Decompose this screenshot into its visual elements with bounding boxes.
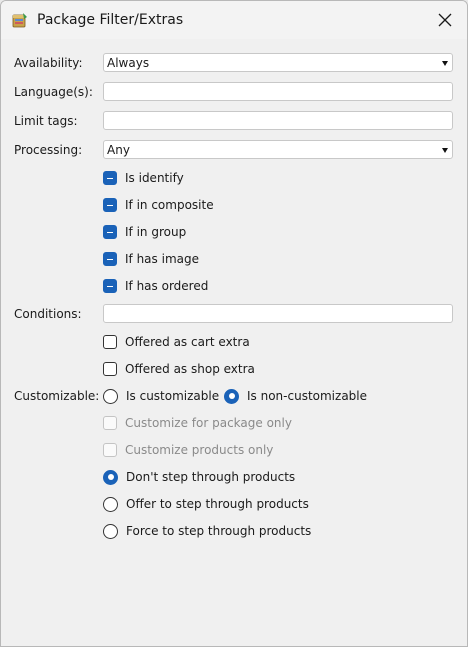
customize-products-only-checkbox[interactable]: Customize products only [103,442,273,458]
window-title: Package Filter/Extras [37,12,184,28]
processing-value: Any [107,143,130,157]
checkbox-icon [103,362,117,376]
package-filter-dialog: Package Filter/Extras Availability: Alwa… [0,0,468,647]
indeterminate-checkbox-icon [103,279,117,293]
if-in-group-checkbox[interactable]: If in group [103,224,186,240]
radio-selected-icon [224,388,239,404]
is-customizable-label: Is customizable [126,389,220,403]
indeterminate-checkbox-icon [103,171,117,185]
if-in-group-label: If in group [125,225,187,239]
force-step-through-label: Force to step through products [126,524,312,538]
close-icon [438,13,452,27]
offered-as-shop-extra-label: Offered as shop extra [125,362,255,376]
is-non-customizable-radio[interactable]: Is non-customizable [224,388,367,404]
dont-step-through-radio[interactable]: Don't step through products [103,469,295,485]
package-icon [12,13,27,28]
offered-as-cart-extra-checkbox[interactable]: Offered as cart extra [103,334,250,350]
indeterminate-checkbox-icon [103,252,117,266]
customize-for-package-only-label: Customize for package only [125,416,292,430]
customizable-label: Customizable: [14,389,100,403]
radio-icon [103,388,118,404]
checkbox-icon [103,335,117,349]
customize-for-package-only-checkbox[interactable]: Customize for package only [103,415,292,431]
checkbox-icon [103,443,117,457]
close-button[interactable] [429,5,461,35]
if-in-composite-label: If in composite [125,198,214,212]
is-identify-checkbox[interactable]: Is identify [103,170,184,186]
dont-step-through-label: Don't step through products [126,470,296,484]
indeterminate-checkbox-icon [103,198,117,212]
availability-value: Always [107,56,150,70]
chevron-down-icon [442,61,448,66]
if-in-composite-checkbox[interactable]: If in composite [103,197,214,213]
radio-icon [103,523,118,539]
availability-select[interactable]: Always [103,53,453,72]
if-has-ordered-label: If has ordered [125,279,209,293]
offered-as-shop-extra-checkbox[interactable]: Offered as shop extra [103,361,255,377]
limit-tags-input[interactable] [103,111,453,130]
checkbox-icon [103,416,117,430]
is-identify-label: Is identify [125,171,184,185]
processing-select[interactable]: Any [103,140,453,159]
is-non-customizable-label: Is non-customizable [247,389,367,403]
radio-selected-icon [103,469,118,485]
conditions-input[interactable] [103,304,453,323]
languages-input[interactable] [103,82,453,101]
force-step-through-radio[interactable]: Force to step through products [103,523,311,539]
title-bar: Package Filter/Extras [1,1,467,39]
is-customizable-radio[interactable]: Is customizable [103,388,219,404]
offer-step-through-radio[interactable]: Offer to step through products [103,496,309,512]
chevron-down-icon [442,148,448,153]
conditions-label: Conditions: [14,307,82,321]
languages-label: Language(s): [14,85,93,99]
radio-icon [103,496,118,512]
if-has-ordered-checkbox[interactable]: If has ordered [103,278,208,294]
if-has-image-label: If has image [125,252,199,266]
availability-label: Availability: [14,56,83,70]
processing-label: Processing: [14,143,83,157]
offered-as-cart-extra-label: Offered as cart extra [125,335,250,349]
offer-step-through-label: Offer to step through products [126,497,309,511]
customize-products-only-label: Customize products only [125,443,274,457]
limit-tags-label: Limit tags: [14,114,78,128]
if-has-image-checkbox[interactable]: If has image [103,251,199,267]
indeterminate-checkbox-icon [103,225,117,239]
